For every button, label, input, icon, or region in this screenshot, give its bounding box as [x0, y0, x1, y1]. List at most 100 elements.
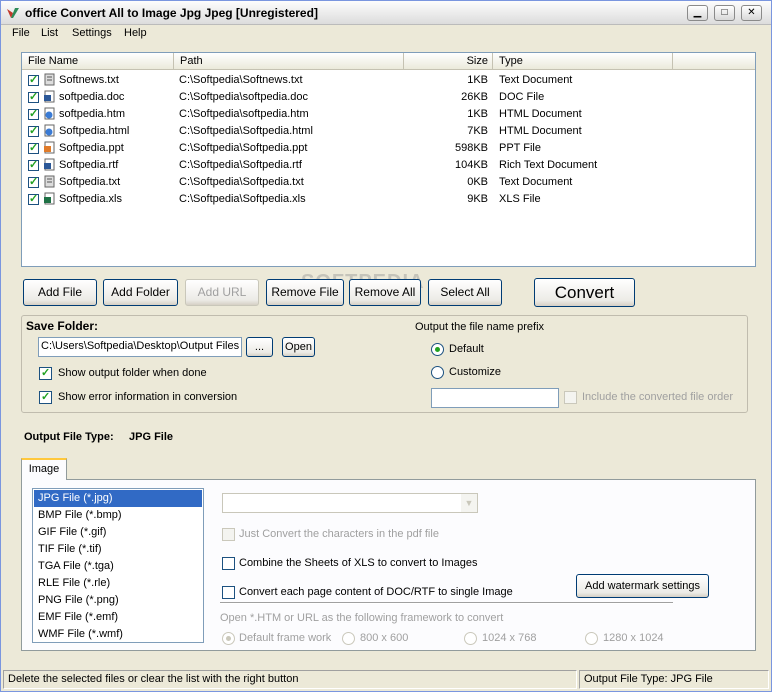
- menu-list[interactable]: List: [41, 27, 58, 39]
- open-folder-button[interactable]: Open: [282, 337, 315, 357]
- row-checkbox[interactable]: [28, 90, 39, 103]
- remove-all-button[interactable]: Remove All: [349, 279, 421, 306]
- file-path: C:\Softpedia\Softpedia.xls: [179, 193, 306, 205]
- file-path: C:\Softpedia\Softpedia.txt: [179, 176, 304, 188]
- file-row[interactable]: Softpedia.ppt C:\Softpedia\Softpedia.ppt…: [22, 140, 755, 157]
- file-row[interactable]: Softpedia.xls C:\Softpedia\Softpedia.xls…: [22, 191, 755, 208]
- chevron-down-icon[interactable]: ▼: [461, 494, 477, 512]
- combine-xls-label: Combine the Sheets of XLS to convert to …: [239, 557, 478, 569]
- word-file-icon: [44, 158, 55, 171]
- row-checkbox[interactable]: [28, 141, 39, 154]
- file-row[interactable]: softpedia.htm C:\Softpedia\softpedia.htm…: [22, 106, 755, 123]
- format-item-wmf[interactable]: WMF File (*.wmf): [34, 626, 202, 643]
- convert-each-page-checkbox[interactable]: [222, 586, 235, 599]
- format-item-png[interactable]: PNG File (*.png): [34, 592, 202, 609]
- watermark-settings-button[interactable]: Add watermark settings: [576, 574, 709, 598]
- html-file-icon: [44, 124, 55, 137]
- row-checkbox[interactable]: [28, 107, 39, 120]
- remove-file-button[interactable]: Remove File: [266, 279, 344, 306]
- prefix-custom-input[interactable]: [431, 388, 559, 408]
- image-options-combo[interactable]: ▼: [222, 493, 478, 513]
- file-name: Softnews.txt: [59, 74, 119, 86]
- frame-default-radio[interactable]: [222, 632, 235, 645]
- format-item-jpg[interactable]: JPG File (*.jpg): [34, 490, 202, 507]
- file-name: Softpedia.html: [59, 125, 130, 137]
- file-row[interactable]: softpedia.doc C:\Softpedia\softpedia.doc…: [22, 89, 755, 106]
- format-item-tga[interactable]: TGA File (*.tga): [34, 558, 202, 575]
- file-name: Softpedia.ppt: [59, 142, 124, 154]
- text-file-icon: [44, 175, 55, 188]
- column-type[interactable]: Type: [493, 53, 673, 70]
- file-path: C:\Softpedia\Softpedia.html: [179, 125, 313, 137]
- minimize-button[interactable]: ▁: [687, 5, 708, 21]
- row-checkbox[interactable]: [28, 73, 39, 86]
- minimize-icon: ▁: [693, 7, 702, 18]
- save-folder-input[interactable]: C:\Users\Softpedia\Desktop\Output Files: [38, 337, 242, 357]
- add-url-button[interactable]: Add URL: [185, 279, 259, 306]
- file-type: PPT File: [499, 142, 541, 154]
- file-row[interactable]: Softpedia.txt C:\Softpedia\Softpedia.txt…: [22, 174, 755, 191]
- format-item-bmp[interactable]: BMP File (*.bmp): [34, 507, 202, 524]
- file-list[interactable]: File Name Path Size Type Softnews.txt C:…: [21, 52, 756, 267]
- window-title: office Convert All to Image Jpg Jpeg [Un…: [25, 6, 318, 20]
- maximize-button[interactable]: □: [714, 5, 735, 21]
- file-type: HTML Document: [499, 108, 582, 120]
- file-row[interactable]: Softnews.txt C:\Softpedia\Softnews.txt 1…: [22, 72, 755, 89]
- column-file-name[interactable]: File Name: [22, 53, 174, 70]
- show-output-checkbox[interactable]: [39, 366, 52, 380]
- browse-button[interactable]: ...: [246, 337, 273, 357]
- include-order-checkbox[interactable]: [564, 391, 577, 404]
- prefix-customize-label: Customize: [449, 366, 501, 378]
- format-item-gif[interactable]: GIF File (*.gif): [34, 524, 202, 541]
- close-button[interactable]: ✕: [741, 5, 762, 21]
- prefix-customize-radio[interactable]: [431, 366, 444, 379]
- file-name: softpedia.doc: [59, 91, 125, 103]
- prefix-default-radio[interactable]: [431, 343, 444, 356]
- row-checkbox[interactable]: [28, 175, 39, 188]
- just-convert-pdf-checkbox[interactable]: [222, 528, 235, 541]
- status-bar: Delete the selected files or clear the l…: [1, 667, 771, 691]
- combine-xls-checkbox[interactable]: [222, 557, 235, 570]
- file-type: HTML Document: [499, 125, 582, 137]
- file-type: Text Document: [499, 176, 573, 188]
- frame-1024-radio[interactable]: [464, 632, 477, 645]
- format-item-tif[interactable]: TIF File (*.tif): [34, 541, 202, 558]
- column-size[interactable]: Size: [404, 53, 493, 70]
- show-error-checkbox[interactable]: [39, 390, 52, 404]
- html-file-icon: [44, 107, 55, 120]
- add-file-button[interactable]: Add File: [23, 279, 97, 306]
- row-checkbox[interactable]: [28, 192, 39, 205]
- word-file-icon: [44, 90, 55, 103]
- frame-800-label: 800 x 600: [360, 632, 409, 644]
- menu-file[interactable]: File: [12, 27, 30, 39]
- file-size: 7KB: [467, 125, 488, 137]
- file-name: softpedia.htm: [59, 108, 126, 120]
- format-item-rle[interactable]: RLE File (*.rle): [34, 575, 202, 592]
- format-item-emf[interactable]: EMF File (*.emf): [34, 609, 202, 626]
- file-type: DOC File: [499, 91, 545, 103]
- row-checkbox[interactable]: [28, 124, 39, 137]
- add-folder-button[interactable]: Add Folder: [103, 279, 178, 306]
- file-type: Text Document: [499, 74, 573, 86]
- title-bar[interactable]: office Convert All to Image Jpg Jpeg [Un…: [1, 1, 771, 25]
- frame-1024-label: 1024 x 768: [482, 632, 537, 644]
- frame-800-radio[interactable]: [342, 632, 355, 645]
- file-size: 1KB: [467, 108, 488, 120]
- format-list[interactable]: JPG File (*.jpg) BMP File (*.bmp) GIF Fi…: [32, 488, 204, 643]
- options-divider: [220, 602, 673, 604]
- frame-1280-radio[interactable]: [585, 632, 598, 645]
- convert-button[interactable]: Convert: [534, 278, 635, 307]
- file-list-header: File Name Path Size Type: [22, 53, 755, 70]
- column-path[interactable]: Path: [174, 53, 404, 70]
- file-size: 9KB: [467, 193, 488, 205]
- file-path: C:\Softpedia\softpedia.htm: [179, 108, 309, 120]
- select-all-button[interactable]: Select All: [428, 279, 502, 306]
- menu-help[interactable]: Help: [124, 27, 147, 39]
- menu-settings[interactable]: Settings: [72, 27, 112, 39]
- ppt-file-icon: [44, 141, 55, 154]
- file-row[interactable]: Softpedia.html C:\Softpedia\Softpedia.ht…: [22, 123, 755, 140]
- tab-image[interactable]: Image: [21, 458, 67, 480]
- row-checkbox[interactable]: [28, 158, 39, 171]
- file-path: C:\Softpedia\Softpedia.ppt: [179, 142, 308, 154]
- file-row[interactable]: Softpedia.rtf C:\Softpedia\Softpedia.rtf…: [22, 157, 755, 174]
